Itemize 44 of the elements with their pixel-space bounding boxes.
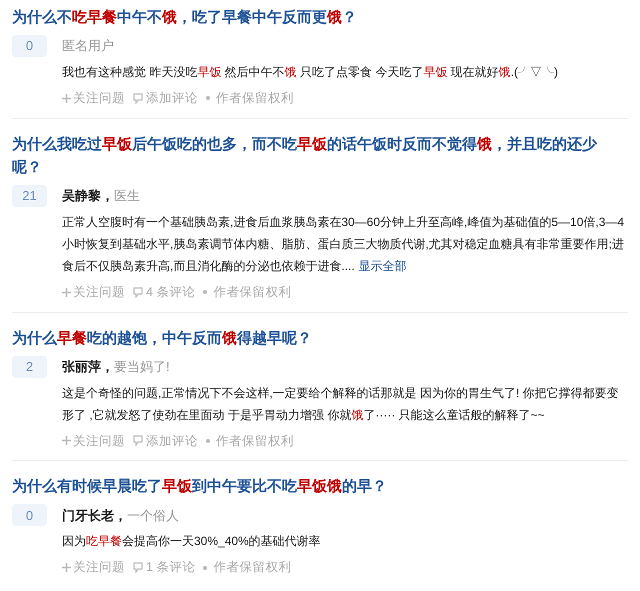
dot-icon [206, 96, 210, 100]
rights-text: 作者保留权利 [216, 90, 294, 107]
author-bio: 要当妈了! [114, 358, 170, 376]
comment-button[interactable]: 添加评论 [133, 89, 198, 108]
comment-icon [133, 562, 143, 574]
plus-icon [62, 94, 71, 103]
rights-text: 作者保留权利 [213, 559, 292, 576]
follow-question-button[interactable]: 关注问题 [62, 282, 125, 302]
author-name[interactable]: 门牙长老， [62, 506, 127, 525]
dot-icon [203, 290, 208, 294]
answer-text: 正常人空腹时有一个基础胰岛素,进食后血浆胰岛素在30—60分钟上升至高峰,峰值为基础值的5—10倍,3—4小时恢复到基础水平,胰岛素调节体内糖、脂肪、蛋白质三大物质代谢,尤其对稳定血糖具有非常重要作用;进食后不仅胰岛素升高,而且消化酶的分泌也依赖于进食.... 显示全部 [62, 214, 626, 275]
vote-count[interactable]: 2 [12, 356, 47, 378]
question-title[interactable]: 为什么我吃过早饭后午饭吃的也多，而不吃早饭的话午饭时反而不觉得饿，并且吃的还少呢？ [12, 132, 608, 179]
dot-icon [203, 566, 208, 570]
follow-question-button[interactable]: 关注问题 [62, 558, 125, 577]
answer-text: 这是个奇怪的问题,正常情况下不会这样,一定要给个解释的话那就是 因为你的胃生气了! 你把它撑得都要变形了 ,它就发怒了使劲在里面动 于是乎胃动力增强 你就饿了····· 只能这么童话般的解释了~~ [62, 384, 620, 424]
author-name: 匿名用户 [62, 37, 114, 56]
answer-text: 我也有这种感觉 昨天没吃早饭 然后中午不饿 只吃了点零食 今天吃了早饭 现在就好饿.(╯▽╰) [62, 64, 560, 81]
comment-icon [133, 286, 143, 298]
rights-text: 作者保留权利 [213, 284, 292, 301]
vote-count[interactable]: 0 [12, 504, 47, 526]
comment-button[interactable]: 1 条评论 [133, 558, 196, 577]
author-bio: 医生 [114, 187, 140, 205]
rights-text: 作者保留权利 [216, 432, 294, 450]
dot-icon [206, 438, 210, 443]
vote-count[interactable]: 0 [12, 35, 47, 57]
question-title[interactable]: 为什么早餐吃的越饱，中午反而饿得越早呢？ [12, 326, 608, 350]
question-title[interactable]: 为什么不吃早餐中午不饿，吃了早餐中午反而更饿？ [12, 6, 608, 29]
author-name[interactable]: 张丽萍， [62, 356, 114, 376]
author-name[interactable]: 吴静黎， [62, 186, 114, 206]
plus-icon [62, 288, 71, 297]
answer-text: 因为吃早餐会提高你一天30%_40%的基础代谢率 [62, 533, 322, 550]
comment-icon [133, 92, 143, 104]
plus-icon [62, 563, 71, 572]
show-all-link[interactable]: 显示全部 [358, 258, 407, 273]
comment-button[interactable]: 添加评论 [133, 432, 198, 450]
author-bio: 一个俗人 [127, 506, 179, 524]
question-title[interactable]: 为什么有时候早晨吃了早饭到中午要比不吃早饭饿的早？ [12, 475, 608, 498]
follow-question-button[interactable]: 关注问题 [62, 432, 125, 450]
comment-icon [133, 435, 143, 446]
vote-count[interactable]: 21 [12, 184, 47, 207]
follow-question-button[interactable]: 关注问题 [62, 89, 125, 108]
plus-icon [62, 436, 71, 446]
comment-button[interactable]: 4 条评论 [133, 282, 196, 302]
